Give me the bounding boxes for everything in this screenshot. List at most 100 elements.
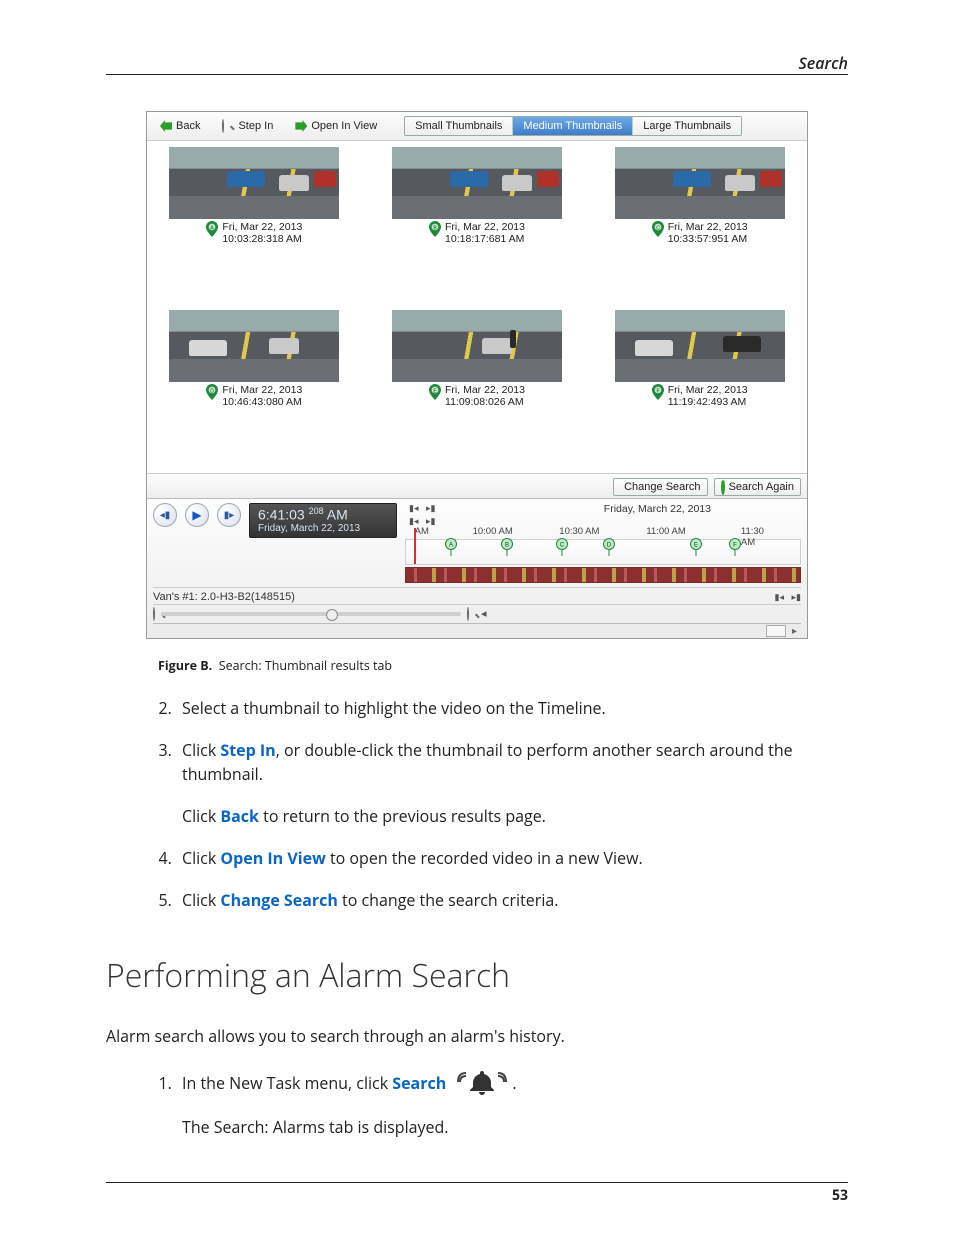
thumb-date: Fri, Mar 22, 2013 — [222, 384, 302, 396]
step-in-button[interactable]: Step In — [215, 117, 280, 135]
step-3-text-a: Click — [182, 739, 220, 761]
step-back-button[interactable]: ◂▮ — [153, 503, 177, 527]
refresh-icon — [721, 481, 725, 493]
zoom-slider-thumb[interactable] — [326, 609, 338, 621]
step-5-text-b: to change the search criteria. — [338, 889, 559, 911]
timeline-marker-icon[interactable]: F — [729, 538, 741, 556]
thumbnail-item[interactable]: A Fri, Mar 22, 2013 10:03:28:318 AM — [153, 147, 356, 304]
thumb-time: 10:18:17:681 AM — [445, 233, 525, 245]
page-number: 53 — [832, 1186, 848, 1205]
thumb-time: 10:03:28:318 AM — [222, 233, 302, 245]
thumbnail-item[interactable]: C Fri, Mar 22, 2013 10:33:57:951 AM — [598, 147, 801, 304]
tab-small-thumbnails[interactable]: Small Thumbnails — [405, 117, 513, 135]
horizontal-scrollbar[interactable]: ▸ — [153, 623, 801, 638]
thumbnail-size-segmented: Small Thumbnails Medium Thumbnails Large… — [404, 116, 742, 136]
playback-ms: 208 — [309, 506, 324, 516]
play-button[interactable]: ▶ — [185, 503, 209, 527]
ui-term-search: Search — [392, 1072, 446, 1094]
change-search-label: Change Search — [624, 481, 700, 493]
thumbnail-image — [615, 310, 785, 382]
timeline-data-band[interactable] — [405, 567, 801, 583]
marker-icon: D — [206, 384, 218, 400]
thumbnail-image — [392, 147, 562, 219]
svg-text:E: E — [694, 543, 698, 549]
thumbnail-caption: A Fri, Mar 22, 2013 10:03:28:318 AM — [206, 221, 302, 245]
section-intro: Alarm search allows you to search throug… — [106, 1025, 848, 1047]
thumbnail-caption: D Fri, Mar 22, 2013 10:46:43:080 AM — [206, 384, 302, 408]
timeline-marker-icon[interactable]: B — [501, 538, 513, 556]
zoom-in-icon[interactable] — [467, 608, 469, 620]
thumb-date: Fri, Mar 22, 2013 — [668, 221, 748, 233]
timeline-cursor[interactable] — [414, 528, 416, 564]
svg-text:F: F — [733, 543, 737, 549]
step-2: Select a thumbnail to highlight the vide… — [176, 696, 848, 720]
thumb-date: Fri, Mar 22, 2013 — [668, 384, 748, 396]
screenshot-app-window: Back Step In Open In View Small Thumbnai… — [146, 111, 808, 639]
marker-icon: A — [206, 221, 218, 237]
change-search-button[interactable]: Change Search — [613, 478, 707, 496]
section-heading: Performing an Alarm Search — [106, 954, 848, 997]
thumbnail-item[interactable]: D Fri, Mar 22, 2013 10:46:43:080 AM — [153, 310, 356, 467]
open-arrow-icon — [295, 120, 307, 132]
tab-large-thumbnails[interactable]: Large Thumbnails — [633, 117, 741, 135]
step-1-alarm: In the New Task menu, click Search . The… — [176, 1071, 848, 1139]
step1-text-b: . — [512, 1072, 516, 1094]
thumbnail-caption: F Fri, Mar 22, 2013 11:19:42:493 AM — [652, 384, 748, 408]
tick-label: 10:30 AM — [559, 526, 599, 537]
ui-term-open-in-view: Open In View — [220, 847, 325, 869]
timeline-marker-icon[interactable]: C — [556, 538, 568, 556]
svg-text:D: D — [607, 543, 612, 549]
search-again-button[interactable]: Search Again — [714, 478, 801, 496]
thumbnail-item[interactable]: F Fri, Mar 22, 2013 11:19:42:493 AM — [598, 310, 801, 467]
svg-text:B: B — [505, 543, 509, 549]
step1-text-a: In the New Task menu, click — [182, 1072, 392, 1094]
toolbar: Back Step In Open In View Small Thumbnai… — [147, 112, 807, 141]
header-section-label: Search — [799, 52, 848, 74]
figure-caption: Figure B. Search: Thumbnail results tab — [158, 657, 848, 674]
scrollbar-thumb[interactable] — [766, 625, 786, 637]
open-in-view-button[interactable]: Open In View — [288, 117, 384, 135]
svg-text:C: C — [560, 543, 565, 549]
thumbnail-item[interactable]: B Fri, Mar 22, 2013 10:18:17:681 AM — [376, 147, 579, 304]
search-again-label: Search Again — [729, 481, 794, 493]
timeline-marker-icon[interactable]: E — [690, 538, 702, 556]
step-4-text-a: Click — [182, 847, 220, 869]
thumbnail-caption: C Fri, Mar 22, 2013 10:33:57:951 AM — [652, 221, 748, 245]
figure-label: Figure B. — [158, 657, 212, 674]
header-rule — [106, 74, 848, 75]
ui-term-back: Back — [220, 805, 259, 827]
timeline-marker-icon[interactable]: D — [603, 538, 615, 556]
tab-medium-thumbnails[interactable]: Medium Thumbnails — [513, 117, 633, 135]
step-3-sub-b: to return to the previous results page. — [259, 805, 546, 827]
step-5-text-a: Click — [182, 889, 220, 911]
thumbnail-grid: A Fri, Mar 22, 2013 10:03:28:318 AM — [147, 141, 807, 473]
timeline-marker-icon[interactable]: A — [445, 538, 457, 556]
thumbnail-image — [169, 147, 339, 219]
thumbnail-item[interactable]: E Fri, Mar 22, 2013 11:09:08:026 AM — [376, 310, 579, 467]
open-in-view-label: Open In View — [311, 120, 377, 132]
results-footer: Change Search Search Again — [147, 473, 807, 498]
back-label: Back — [176, 120, 200, 132]
timeline-ruler[interactable]: AM 10:00 AM 10:30 AM 11:00 AM 11:30 AM A… — [405, 539, 801, 565]
footer-rule — [106, 1182, 848, 1183]
thumbnail-caption: B Fri, Mar 22, 2013 10:18:17:681 AM — [429, 221, 525, 245]
zoom-out-icon[interactable] — [153, 608, 155, 620]
zoom-slider[interactable] — [161, 612, 461, 616]
svg-text:D: D — [211, 388, 215, 394]
marker-icon: F — [652, 384, 664, 400]
step-forward-button[interactable]: ▮▸ — [217, 503, 241, 527]
thumb-time: 11:09:08:026 AM — [445, 396, 525, 408]
thumb-date: Fri, Mar 22, 2013 — [222, 221, 302, 233]
marker-icon: C — [652, 221, 664, 237]
alarm-bell-icon — [454, 1067, 510, 1103]
thumb-date: Fri, Mar 22, 2013 — [445, 384, 525, 396]
back-button[interactable]: Back — [153, 117, 207, 135]
ui-term-change-search: Change Search — [220, 889, 337, 911]
svg-text:A: A — [449, 543, 453, 549]
steps-list: Select a thumbnail to highlight the vide… — [106, 696, 848, 912]
marker-icon: B — [429, 221, 441, 237]
magnifier-icon — [222, 120, 234, 132]
mini-seek-controls-3[interactable]: ▮◂ ▸▮ — [775, 592, 801, 603]
thumb-time: 10:46:43:080 AM — [222, 396, 302, 408]
step-5: Click Change Search to change the search… — [176, 888, 848, 912]
